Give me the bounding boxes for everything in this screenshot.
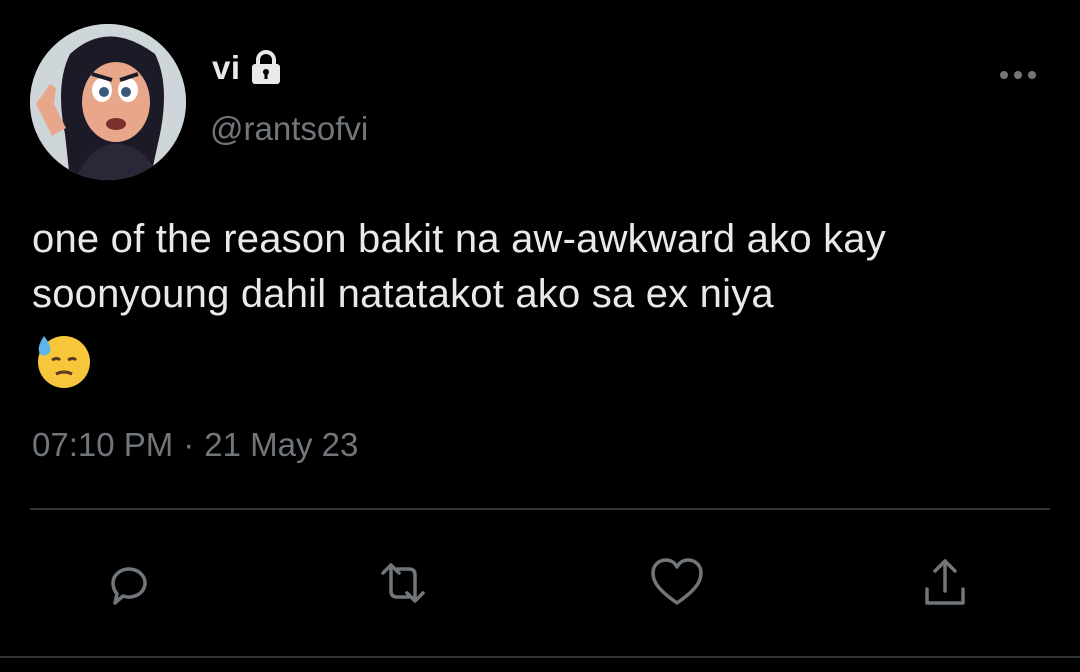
heart-icon [651, 558, 703, 605]
share-button[interactable] [910, 548, 980, 618]
speech-bubble-icon [111, 567, 147, 605]
tweet-timestamp[interactable]: 07:10 PM · 21 May 23 [32, 426, 358, 464]
downcast-sweat-emoji-icon [32, 330, 92, 390]
tweet-text: one of the reason bakit na aw-awkward ak… [32, 217, 886, 316]
share-icon [925, 559, 965, 605]
user-handle[interactable]: @rantsofvi [210, 110, 368, 148]
bottom-divider [0, 656, 1080, 658]
timestamp-separator: · [183, 426, 195, 463]
retweet-icon [381, 563, 425, 603]
user-name-row: vi [212, 46, 283, 90]
retweet-button[interactable] [368, 548, 438, 618]
tweet-actions [0, 548, 1080, 618]
tweet-card: vi @rantsofvi one of the reason bakit na… [0, 0, 1080, 672]
cartoon-avatar-icon [30, 24, 186, 180]
tweet-time: 07:10 PM [32, 426, 174, 463]
avatar[interactable] [30, 24, 186, 180]
lock-icon [249, 50, 283, 86]
reply-button[interactable] [94, 548, 164, 618]
divider [30, 508, 1050, 510]
like-button[interactable] [642, 548, 712, 618]
more-options-icon[interactable] [996, 62, 1040, 88]
tweet-date: 21 May 23 [204, 426, 359, 463]
display-name[interactable]: vi [212, 49, 241, 87]
